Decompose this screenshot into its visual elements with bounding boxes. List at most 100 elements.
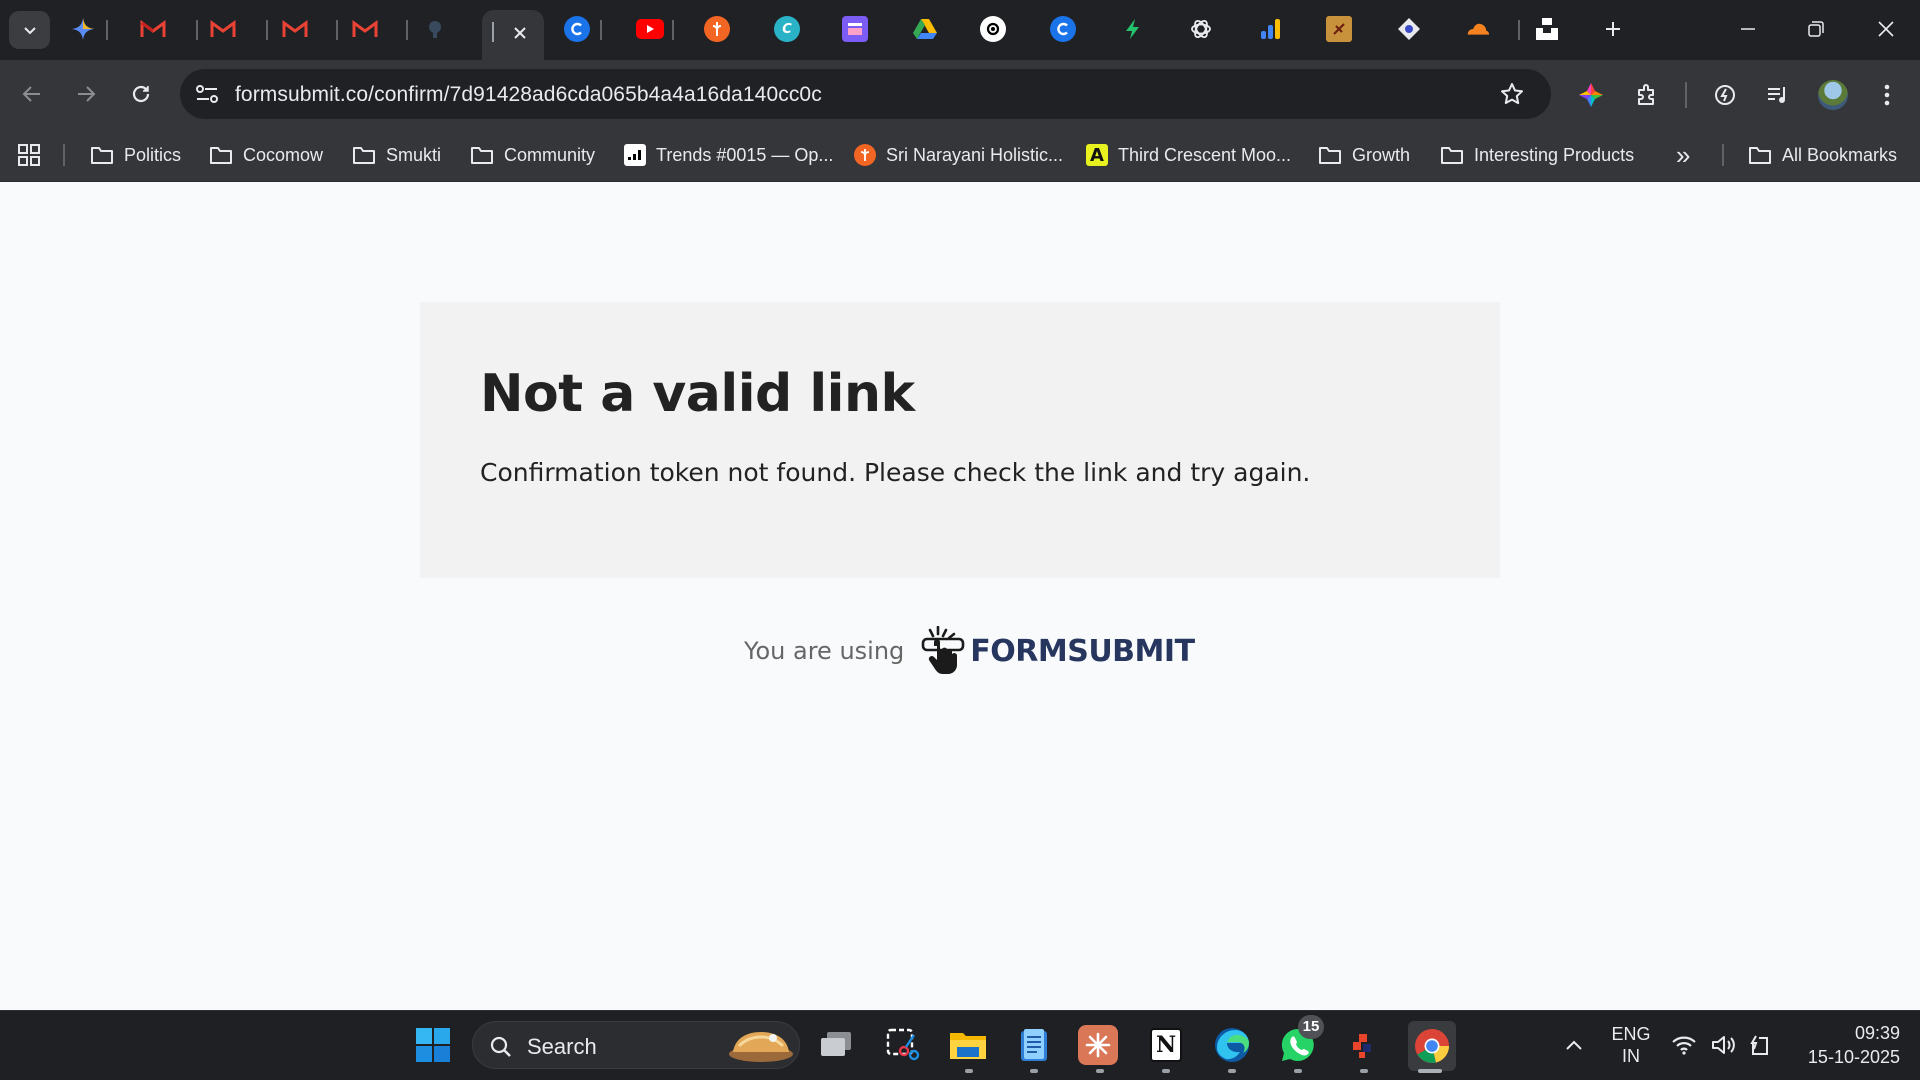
bookmark-label: Third Crescent Moo... bbox=[1118, 144, 1292, 165]
running-indicator bbox=[965, 1069, 973, 1073]
bookmark-growth[interactable]: Growth bbox=[1318, 140, 1410, 170]
snipping-tool-icon[interactable] bbox=[880, 1023, 924, 1067]
diamond-tab-icon[interactable] bbox=[1396, 16, 1422, 42]
extensions-puzzle-icon[interactable] bbox=[1630, 78, 1664, 112]
gmail-tab-icon[interactable] bbox=[352, 16, 378, 42]
edge-icon[interactable] bbox=[1210, 1023, 1254, 1067]
narayani-icon bbox=[854, 144, 876, 166]
media-queue-icon[interactable] bbox=[1760, 78, 1794, 112]
address-url[interactable]: formsubmit.co/confirm/7d91428ad6cda065b4… bbox=[235, 83, 822, 107]
running-indicator bbox=[1294, 1069, 1302, 1073]
close-tab-icon[interactable] bbox=[512, 25, 528, 41]
chrome-taskbar-icon[interactable] bbox=[1408, 1021, 1456, 1071]
tab-separator bbox=[106, 20, 108, 40]
bolt-tab-icon[interactable] bbox=[1120, 16, 1146, 42]
bookmark-label: Sri Narayani Holistic... bbox=[886, 144, 1064, 165]
all-bookmarks-button[interactable]: All Bookmarks bbox=[1748, 140, 1897, 170]
chrome-c-tab-icon[interactable] bbox=[564, 16, 590, 42]
bookmark-trends[interactable]: Trends #0015 — Op... bbox=[624, 140, 833, 170]
docs-slides-tab-icon[interactable] bbox=[842, 16, 868, 42]
performance-icon[interactable] bbox=[1708, 78, 1742, 112]
bookmark-cocomow[interactable]: Cocomow bbox=[209, 140, 323, 170]
chrome-c-tab-icon[interactable] bbox=[1050, 16, 1076, 42]
formsubmit-brand-link[interactable]: FORMSUBMIT bbox=[920, 626, 1195, 676]
folder-icon bbox=[1319, 147, 1341, 164]
gmail-tab-icon[interactable] bbox=[210, 16, 236, 42]
folder-icon bbox=[353, 147, 375, 164]
bookmarks-overflow-button[interactable]: » bbox=[1676, 140, 1690, 170]
formsubmit-logo-icon bbox=[921, 626, 965, 674]
cloudflare-tab-icon[interactable] bbox=[1464, 16, 1490, 42]
figma-style-app-icon[interactable] bbox=[1342, 1023, 1386, 1067]
new-tab-plus-icon[interactable] bbox=[1600, 16, 1626, 42]
tab-separator bbox=[1518, 20, 1520, 40]
back-button[interactable] bbox=[12, 74, 52, 114]
tab-separator bbox=[406, 20, 408, 40]
folder-icon bbox=[1441, 147, 1463, 164]
bookmark-label: Interesting Products bbox=[1474, 144, 1635, 165]
chatgpt-tab-icon[interactable] bbox=[1188, 16, 1214, 42]
bookmark-third-crescent[interactable]: A Third Crescent Moo... bbox=[1086, 140, 1291, 170]
color-extension-icon[interactable] bbox=[1574, 78, 1608, 112]
browser-menu-button[interactable] bbox=[1870, 78, 1904, 112]
error-message: Confirmation token not found. Please che… bbox=[480, 458, 1311, 487]
apps-grid-icon bbox=[18, 144, 40, 166]
reload-button[interactable] bbox=[121, 74, 161, 114]
formsubmit-tab-icon[interactable] bbox=[422, 16, 448, 42]
avatar bbox=[1818, 80, 1848, 110]
unsplash-tab-icon[interactable] bbox=[1534, 16, 1560, 42]
folder-icon bbox=[471, 147, 493, 164]
language-indicator[interactable]: ENG IN bbox=[1606, 1023, 1656, 1067]
bookmark-label: Trends #0015 — Op... bbox=[656, 144, 834, 165]
tab-search-button[interactable] bbox=[9, 11, 50, 49]
gemini-tab-icon[interactable] bbox=[70, 16, 96, 42]
claude-app-icon[interactable] bbox=[1078, 1025, 1118, 1065]
battery-charging-icon[interactable] bbox=[1744, 1023, 1780, 1067]
threads-tab-icon[interactable] bbox=[980, 16, 1006, 42]
system-tray-chevron-icon[interactable] bbox=[1552, 1023, 1596, 1067]
narayani-tab-icon[interactable] bbox=[704, 16, 730, 42]
powered-by-footer: You are using FORMSUBMIT bbox=[744, 626, 1195, 676]
address-bar[interactable]: formsubmit.co/confirm/7d91428ad6cda065b4… bbox=[180, 69, 1551, 119]
tab-separator bbox=[266, 20, 268, 40]
analytics-tab-icon[interactable] bbox=[1258, 16, 1284, 42]
task-view-icon[interactable] bbox=[814, 1023, 858, 1067]
bookmark-community[interactable]: Community bbox=[470, 140, 595, 170]
restore-button[interactable] bbox=[1782, 0, 1850, 58]
volume-icon[interactable] bbox=[1706, 1023, 1742, 1067]
wifi-icon[interactable] bbox=[1666, 1023, 1702, 1067]
gmail-tab-icon[interactable] bbox=[140, 16, 166, 42]
tarot-tab-icon[interactable] bbox=[1326, 16, 1352, 42]
canva-tab-icon[interactable]: C bbox=[774, 16, 800, 42]
start-button[interactable] bbox=[411, 1023, 455, 1067]
google-drive-tab-icon[interactable] bbox=[912, 16, 938, 42]
bookmark-interesting-products[interactable]: Interesting Products bbox=[1440, 140, 1634, 170]
notion-icon[interactable]: N bbox=[1144, 1023, 1188, 1067]
forward-arrow-icon bbox=[78, 86, 96, 102]
minimize-button[interactable] bbox=[1714, 0, 1782, 58]
profile-avatar[interactable] bbox=[1816, 78, 1850, 112]
tab-separator bbox=[196, 20, 198, 40]
close-window-button[interactable] bbox=[1852, 0, 1920, 58]
taskbar-search[interactable]: Search bbox=[472, 1021, 800, 1069]
notepad-icon[interactable] bbox=[1012, 1023, 1056, 1067]
forward-button[interactable] bbox=[66, 74, 106, 114]
clock[interactable]: 09:39 15-10-2025 bbox=[1790, 1021, 1900, 1069]
tab-strip: C bbox=[0, 0, 1920, 60]
apps-button[interactable] bbox=[18, 140, 40, 170]
toolbar-divider bbox=[1685, 82, 1687, 108]
gmail-tab-icon[interactable] bbox=[282, 16, 308, 42]
running-indicator bbox=[1360, 1069, 1368, 1073]
error-card: Not a valid link Confirmation token not … bbox=[420, 302, 1500, 578]
active-tab[interactable] bbox=[482, 10, 544, 60]
search-icon bbox=[490, 1036, 511, 1057]
bookmark-star-icon[interactable] bbox=[1500, 82, 1524, 106]
site-info-icon[interactable] bbox=[195, 83, 219, 105]
bookmark-smukti[interactable]: Smukti bbox=[352, 140, 441, 170]
back-arrow-icon bbox=[22, 86, 40, 102]
bookmark-narayani[interactable]: Sri Narayani Holistic... bbox=[854, 140, 1063, 170]
youtube-tab-icon[interactable] bbox=[636, 19, 664, 39]
file-explorer-icon[interactable] bbox=[946, 1023, 990, 1067]
running-indicator bbox=[1228, 1069, 1236, 1073]
bookmark-politics[interactable]: Politics bbox=[90, 140, 181, 170]
